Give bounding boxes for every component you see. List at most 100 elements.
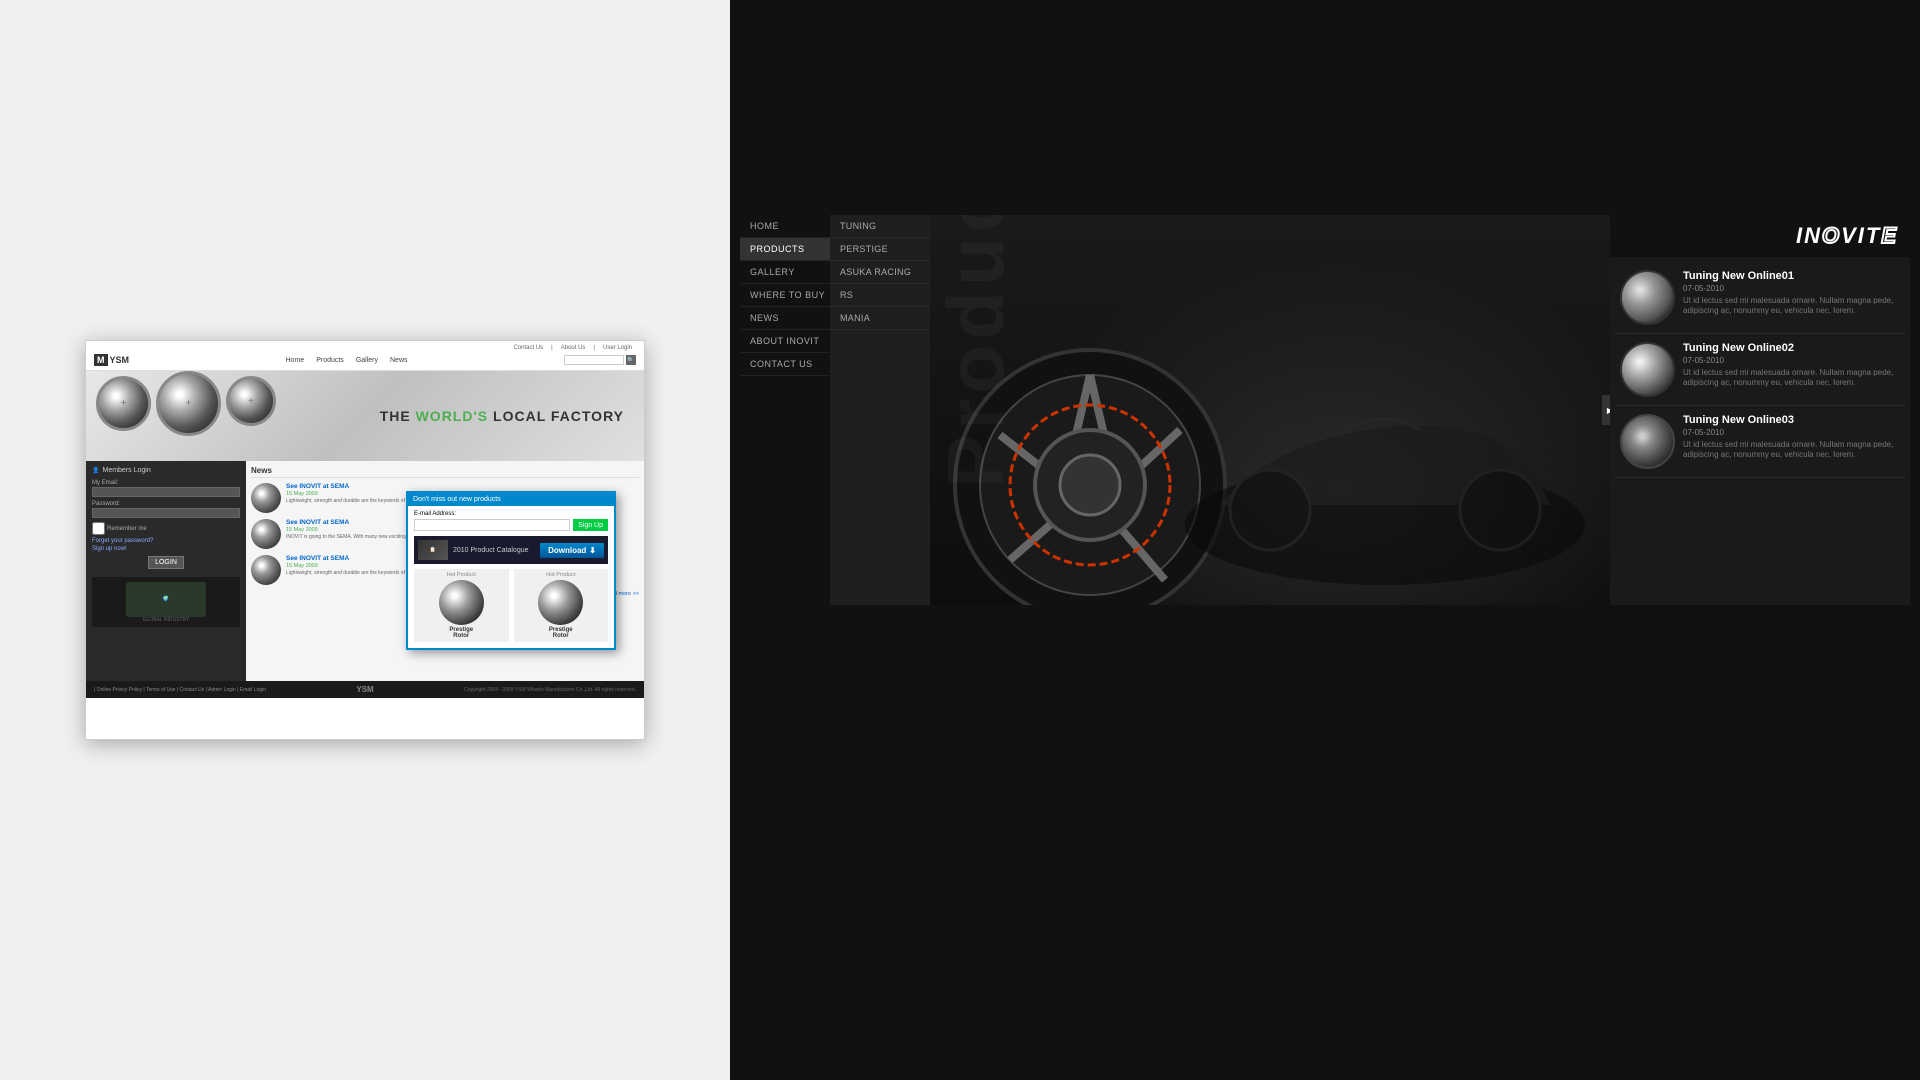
- global-label: GLOBAL INDUSTRY: [143, 617, 190, 623]
- remember-checkbox[interactable]: [92, 522, 105, 535]
- ysm-header: Contact Us | About Us | User Login M YSM…: [86, 341, 644, 371]
- remember-me: Remember me: [92, 522, 240, 535]
- ysm-nav: Home Products Gallery News: [286, 357, 408, 364]
- news-title-2[interactable]: Tuning New Online02: [1683, 342, 1900, 354]
- hot-product-1: Hot Product Prestige Rotor: [414, 569, 509, 642]
- search-input[interactable]: [564, 355, 624, 365]
- hero-the: THE: [380, 408, 411, 424]
- email-popup: Don't miss out new products E-mail Addre…: [406, 491, 616, 650]
- password-field-group: Password:: [92, 501, 240, 518]
- news-thumb-3: [1620, 414, 1675, 469]
- inovit-right-panel: INOVITE Tuning New Online01 07-05-2010 U…: [1610, 215, 1910, 605]
- nav-home[interactable]: Home: [286, 357, 305, 364]
- hot-label-1: Hot Product: [417, 572, 506, 578]
- sidebar-item-home[interactable]: HOME: [740, 215, 830, 238]
- login-links: Forget your password? Sign up now!: [92, 538, 240, 552]
- login-title: 👤 Members Login: [92, 467, 240, 474]
- car-background: [930, 215, 1610, 605]
- nav-products[interactable]: Products: [316, 357, 344, 364]
- sidebar-item-where-to-buy[interactable]: WHERE TO BUY: [740, 284, 830, 307]
- inovit-container: HOME PRODUCTS GALLERY WHERE TO BUY NEWS …: [740, 215, 1910, 605]
- popup-download-text: 2010 Product Catalogue: [453, 547, 529, 554]
- sub-item-perstige[interactable]: PERSTIGE: [830, 238, 930, 261]
- topbar-sep2: |: [593, 345, 595, 351]
- ysm-topbar: Contact Us | About Us | User Login: [94, 345, 636, 351]
- login-panel: 👤 Members Login My Email: Password: Reme…: [86, 461, 246, 681]
- inovit-main-image: Product ▶: [930, 215, 1610, 605]
- sub-item-tuning[interactable]: TUNING: [830, 215, 930, 238]
- sidebar-item-contact[interactable]: CONTACT US: [740, 353, 830, 376]
- inovit-logo-e: E: [1881, 223, 1898, 248]
- sub-item-asuka[interactable]: ASUKA RACING: [830, 261, 930, 284]
- sidebar-item-about[interactable]: ABOUT INOVIT: [740, 330, 830, 353]
- news-title: News: [251, 466, 639, 478]
- hero-wheel-1: [96, 376, 151, 431]
- news-content-3: Tuning New Online03 07-05-2010 Ut id lec…: [1683, 414, 1900, 461]
- nav-gallery[interactable]: Gallery: [356, 357, 378, 364]
- nav-news[interactable]: News: [390, 357, 408, 364]
- news-thumb-1: [1620, 270, 1675, 325]
- email-field-group: My Email:: [92, 480, 240, 497]
- inovit-news-list: Tuning New Online01 07-05-2010 Ut id lec…: [1610, 257, 1910, 605]
- sidebar-item-news[interactable]: NEWS: [740, 307, 830, 330]
- search-button[interactable]: 🔍: [626, 355, 636, 365]
- signup-link[interactable]: Sign up now!: [92, 546, 240, 552]
- news-title-1[interactable]: Tuning New Online01: [1683, 270, 1900, 282]
- password-input[interactable]: [92, 508, 240, 518]
- login-button[interactable]: LOGIN: [148, 556, 184, 569]
- news-desc-3: Ut id lectus sed mi malesuada ornare. Nu…: [1683, 440, 1900, 461]
- list-item: Tuning New Online02 07-05-2010 Ut id lec…: [1615, 334, 1905, 406]
- sidebar-toggle[interactable]: ▶: [1602, 395, 1610, 425]
- hero-wheels: [96, 376, 276, 436]
- inovit-sidebar: HOME PRODUCTS GALLERY WHERE TO BUY NEWS …: [740, 215, 830, 605]
- popup-email-row: Sign Up: [414, 519, 608, 531]
- forgot-link[interactable]: Forget your password?: [92, 538, 240, 544]
- popup-header: Don't miss out new products: [408, 493, 614, 506]
- news-date-3: 07-05-2010: [1683, 428, 1900, 437]
- hot-label-2: Hot Product: [517, 572, 606, 578]
- email-label: My Email:: [92, 480, 240, 486]
- popup-download-button[interactable]: Download ⬇: [540, 543, 604, 558]
- logo-text: YSM: [110, 355, 130, 365]
- download-icon: ⬇: [589, 546, 596, 555]
- email-input[interactable]: [92, 487, 240, 497]
- right-panel: HOME PRODUCTS GALLERY WHERE TO BUY NEWS …: [730, 0, 1920, 1080]
- popup-download-img: 📋: [418, 540, 448, 560]
- remember-label: Remember me: [107, 526, 147, 532]
- hot-sub-2: Rotor: [517, 633, 606, 639]
- list-item: Tuning New Online03 07-05-2010 Ut id lec…: [1615, 406, 1905, 478]
- topbar-contact[interactable]: Contact Us: [513, 345, 543, 351]
- hero-rest: LOCAL FACTORY: [493, 408, 624, 424]
- inovit-submenu: TUNING PERSTIGE ASUKA RACING RS MANIA: [830, 215, 930, 605]
- product-bg-text: Product: [930, 215, 1022, 488]
- popup-hot-products: Hot Product Prestige Rotor Hot Product P…: [414, 569, 608, 642]
- sub-item-rs[interactable]: RS: [830, 284, 930, 307]
- logo-m-icon: M: [94, 354, 108, 366]
- topbar-about[interactable]: About Us: [561, 345, 586, 351]
- popup-email-input[interactable]: [414, 519, 570, 531]
- sub-item-mania[interactable]: MANIA: [830, 307, 930, 330]
- ysm-navbar: M YSM Home Products Gallery News 🔍: [94, 354, 636, 366]
- news-content-1: Tuning New Online01 07-05-2010 Ut id lec…: [1683, 270, 1900, 317]
- ysm-website: Contact Us | About Us | User Login M YSM…: [85, 340, 645, 740]
- footer-links: | Online Privicy Policy | Terms of Use |…: [94, 687, 266, 693]
- sidebar-item-gallery[interactable]: GALLERY: [740, 261, 830, 284]
- list-item: Tuning New Online01 07-05-2010 Ut id lec…: [1615, 262, 1905, 334]
- ysm-search: 🔍: [564, 355, 636, 365]
- footer-logo: YSM: [356, 685, 373, 694]
- map-graphic: 🌍: [126, 582, 206, 617]
- hot-wheel-1: [439, 580, 484, 625]
- login-icon: 👤: [92, 467, 99, 474]
- hero-worlds: WORLD'S: [416, 408, 489, 424]
- news-title-3[interactable]: Tuning New Online03: [1683, 414, 1900, 426]
- ysm-content: 👤 Members Login My Email: Password: Reme…: [86, 461, 644, 681]
- popup-download-label: Download: [548, 546, 586, 555]
- topbar-login[interactable]: User Login: [603, 345, 632, 351]
- sidebar-item-products[interactable]: PRODUCTS: [740, 238, 830, 261]
- car-silhouette: [1160, 305, 1610, 605]
- news-headline-1[interactable]: See INOVIT at SEMA: [286, 483, 462, 490]
- hero-title: THE WORLD'S LOCAL FACTORY: [380, 408, 624, 424]
- ysm-logo: M YSM: [94, 354, 129, 366]
- popup-signup-button[interactable]: Sign Up: [573, 519, 608, 531]
- global-map: 🌍 GLOBAL INDUSTRY: [92, 577, 240, 627]
